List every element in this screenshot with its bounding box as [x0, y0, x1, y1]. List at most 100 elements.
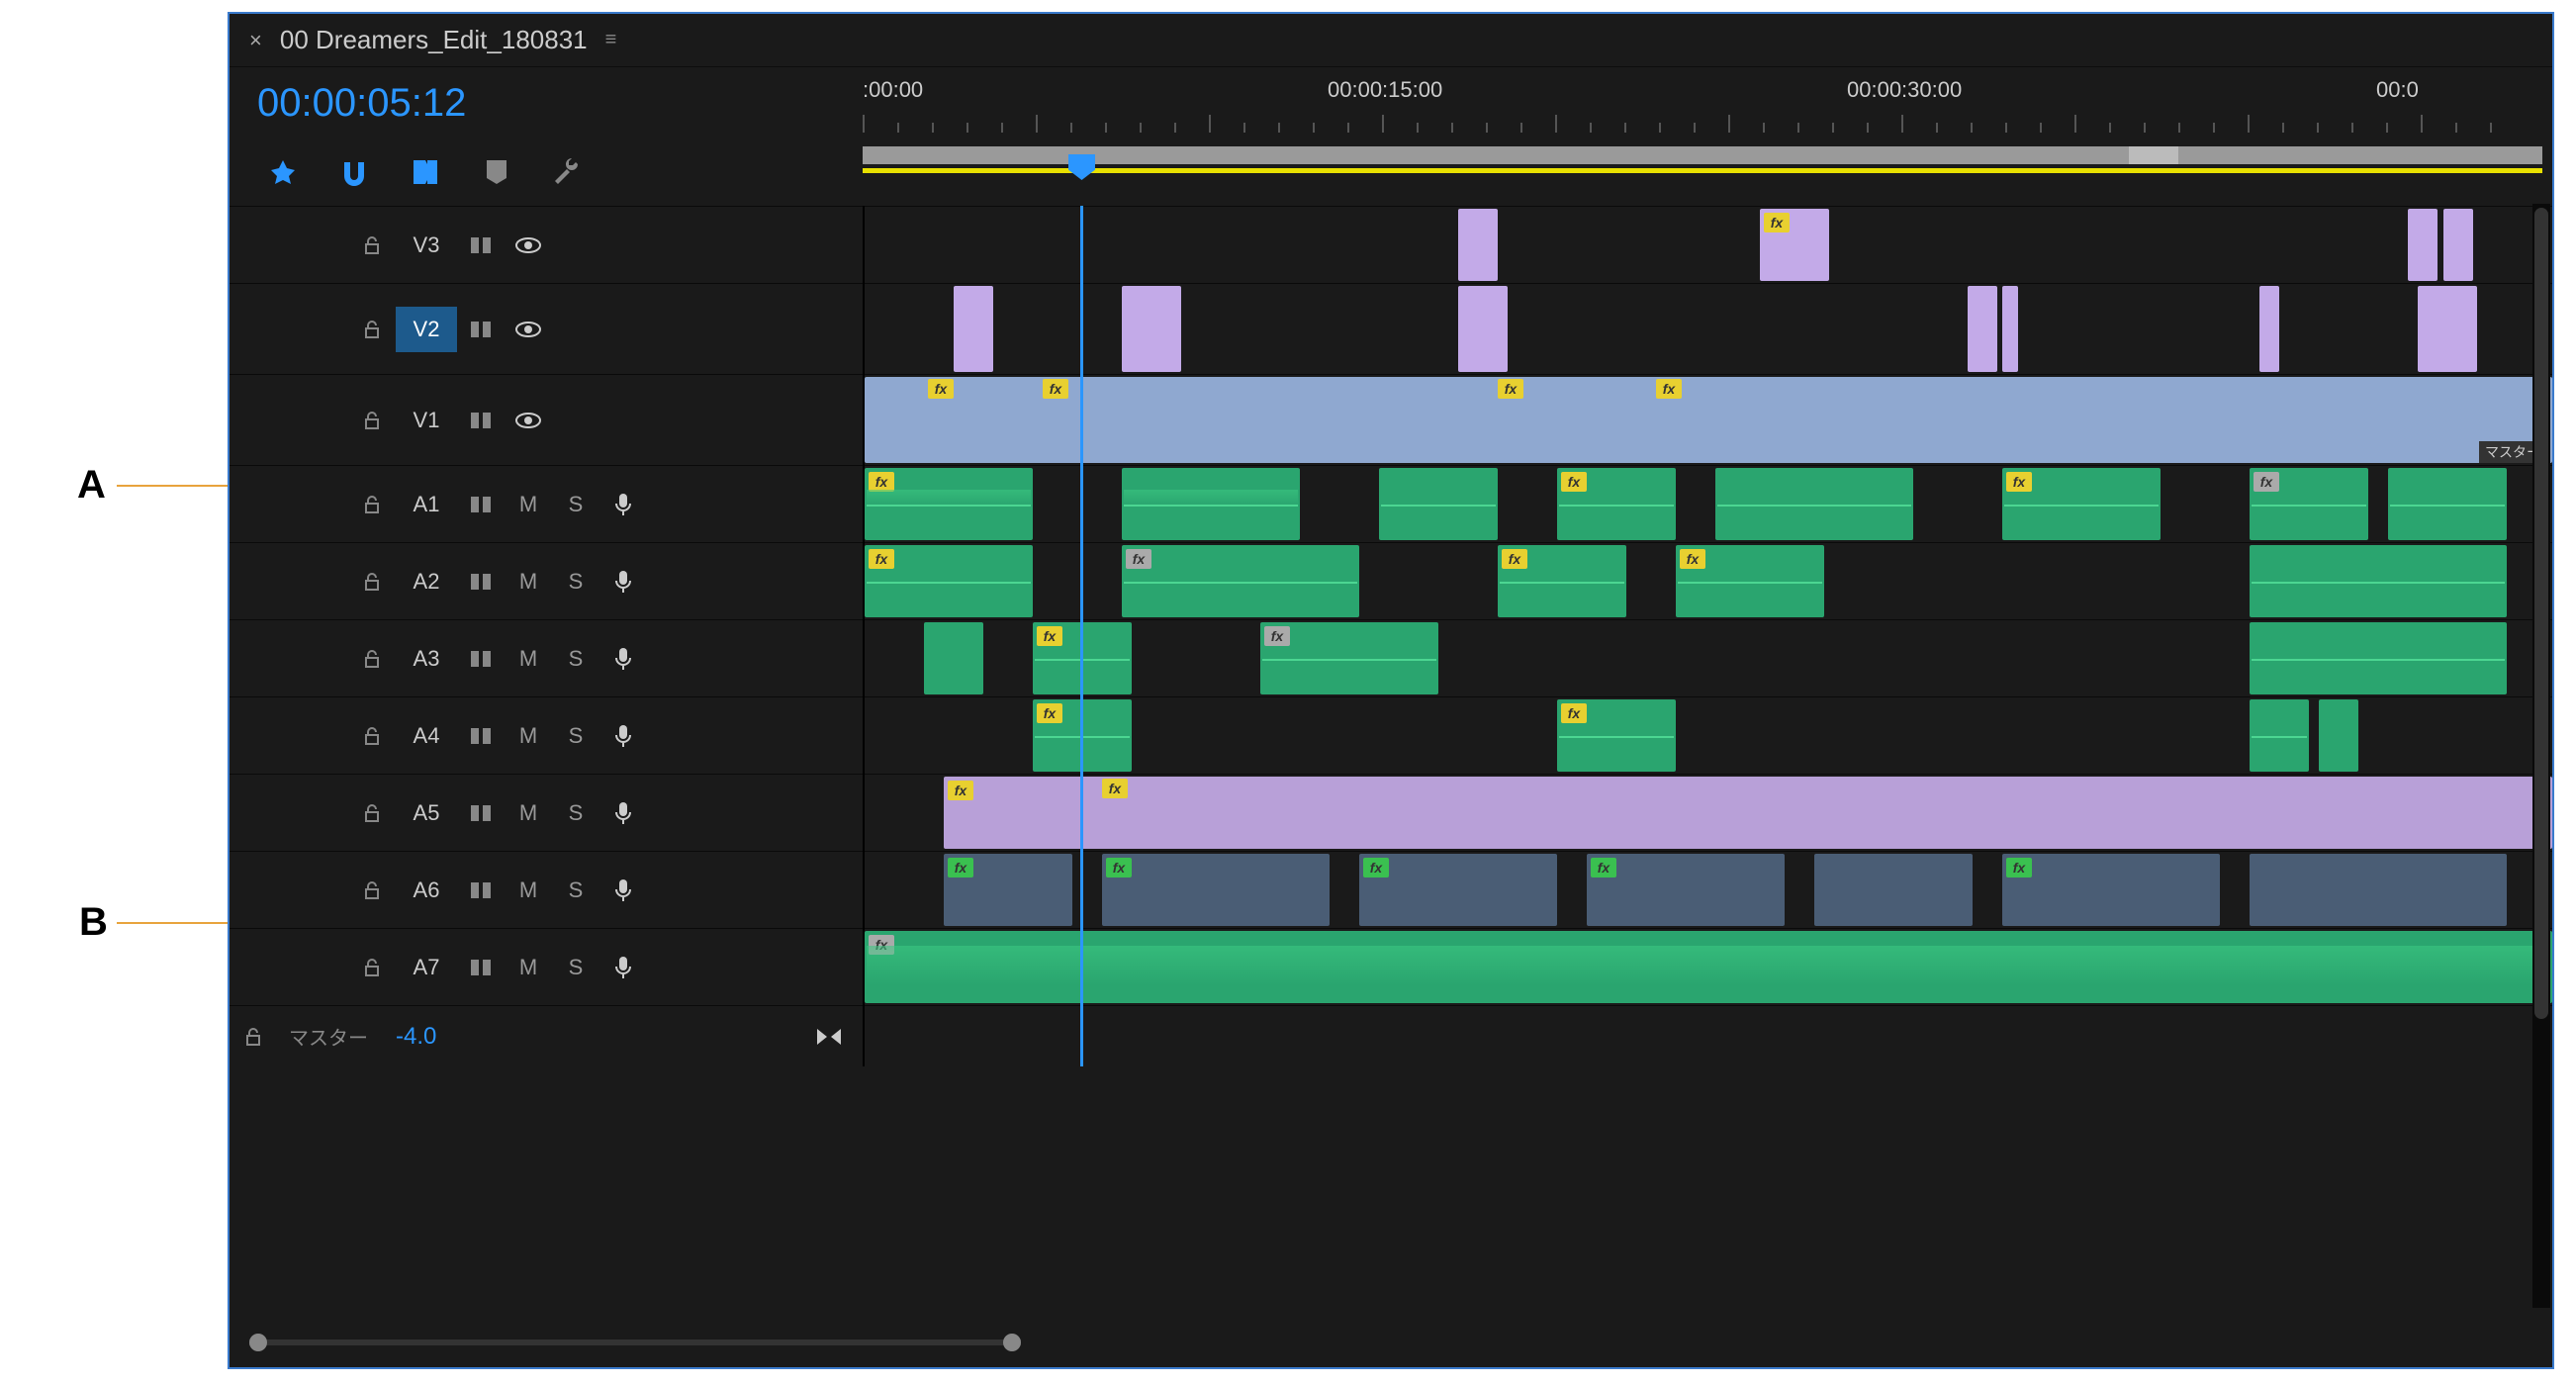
audio-clip[interactable]: fx [2002, 854, 2220, 926]
track-row-a7[interactable]: fx [865, 928, 2552, 1005]
audio-clip[interactable]: fx [1676, 545, 1824, 617]
sync-lock-toggle[interactable] [457, 235, 505, 255]
zoom-handle-right[interactable] [1003, 1334, 1021, 1351]
work-area-bar[interactable] [863, 168, 2542, 173]
track-row-a6[interactable]: fx fx fx fx fx [865, 851, 2552, 928]
audio-clip[interactable] [2388, 468, 2507, 540]
master-track-header[interactable]: マスター -4.0 [230, 1005, 863, 1066]
audio-clip[interactable]: fx [1102, 854, 1330, 926]
mute-toggle[interactable]: M [505, 800, 552, 826]
vertical-scroll-thumb[interactable] [2534, 208, 2548, 1019]
audio-clip[interactable] [924, 622, 983, 694]
audio-clip[interactable] [1814, 854, 1973, 926]
video-clip[interactable] [1968, 286, 1997, 372]
audio-clip[interactable]: fx [2002, 468, 2161, 540]
sync-lock-toggle[interactable] [457, 726, 505, 746]
audio-clip[interactable] [1715, 468, 1913, 540]
solo-toggle[interactable]: S [552, 492, 599, 517]
track-header-v2[interactable]: V2 [230, 283, 863, 374]
lock-toggle[interactable] [348, 802, 396, 824]
snap-icon[interactable] [336, 154, 372, 190]
audio-clip[interactable] [2250, 854, 2507, 926]
header-zoom-scrollbar[interactable] [249, 1334, 1021, 1351]
track-clip-area[interactable]: fx fx fx fx fx マスター [863, 206, 2552, 1066]
track-row-v1[interactable]: fx fx fx fx マスター [865, 374, 2552, 465]
track-visibility-toggle[interactable] [505, 412, 552, 429]
video-clip[interactable]: fx [1760, 209, 1829, 281]
mute-toggle[interactable]: M [505, 492, 552, 517]
audio-clip[interactable]: fx [944, 854, 1072, 926]
master-volume-value[interactable]: -4.0 [396, 1023, 436, 1051]
track-label[interactable]: A3 [396, 636, 457, 682]
lock-toggle[interactable] [348, 319, 396, 340]
sync-lock-toggle[interactable] [457, 880, 505, 900]
sequence-tab-title[interactable]: 00 Dreamers_Edit_180831 [280, 25, 588, 55]
video-clip[interactable] [954, 286, 993, 372]
track-header-a4[interactable]: A4MS [230, 696, 863, 774]
tab-close-button[interactable]: × [249, 28, 262, 53]
audio-clip[interactable]: fx [1260, 622, 1438, 694]
track-header-a7[interactable]: A7 MS [230, 928, 863, 1005]
track-header-a2[interactable]: A2 MS [230, 542, 863, 619]
sync-lock-toggle[interactable] [457, 803, 505, 823]
video-clip[interactable] [2418, 286, 2477, 372]
track-label[interactable]: V3 [396, 223, 457, 268]
track-row-a4[interactable]: fx fx [865, 696, 2552, 774]
track-header-a6[interactable]: A6MS [230, 851, 863, 928]
solo-toggle[interactable]: S [552, 877, 599, 903]
audio-clip[interactable]: fx [1498, 545, 1626, 617]
track-label[interactable]: A1 [396, 482, 457, 527]
track-row-a1[interactable]: fx fx fx fx [865, 465, 2552, 542]
time-ruler[interactable]: :00:00 00:00:15:00 00:00:30:00 00:0 [863, 67, 2552, 138]
video-clip[interactable] [1458, 286, 1508, 372]
audio-clip[interactable] [2250, 545, 2507, 617]
track-header-v1[interactable]: V1 [230, 374, 863, 465]
mute-toggle[interactable]: M [505, 646, 552, 672]
mute-toggle[interactable]: M [505, 569, 552, 595]
linked-selection-icon[interactable] [408, 154, 443, 190]
audio-clip[interactable]: fx [944, 777, 2552, 849]
marker-icon[interactable] [479, 154, 514, 190]
solo-toggle[interactable]: S [552, 955, 599, 980]
audio-clip[interactable] [1122, 468, 1300, 540]
zoom-scrollbar[interactable] [863, 138, 2542, 206]
playhead[interactable] [1080, 206, 1083, 1066]
audio-clip[interactable]: fx [865, 468, 1033, 540]
lock-toggle[interactable] [348, 725, 396, 747]
track-label[interactable]: A2 [396, 559, 457, 604]
video-clip[interactable] [2259, 286, 2279, 372]
track-label[interactable]: A7 [396, 945, 457, 990]
nest-icon[interactable] [265, 154, 301, 190]
video-clip[interactable] [865, 377, 2552, 463]
voice-record-toggle[interactable] [599, 646, 647, 672]
track-label[interactable]: V2 [396, 307, 457, 352]
audio-clip[interactable]: fx [865, 931, 2552, 1003]
sync-lock-toggle[interactable] [457, 320, 505, 339]
voice-record-toggle[interactable] [599, 955, 647, 980]
voice-record-toggle[interactable] [599, 569, 647, 595]
track-label[interactable]: A6 [396, 868, 457, 913]
lock-toggle[interactable] [348, 494, 396, 515]
video-clip[interactable] [2408, 209, 2438, 281]
track-row-v3[interactable]: fx [865, 206, 2552, 283]
audio-clip[interactable] [2250, 699, 2309, 772]
video-clip[interactable] [1122, 286, 1181, 372]
sync-lock-toggle[interactable] [457, 649, 505, 669]
lock-toggle[interactable] [348, 410, 396, 431]
track-header-a3[interactable]: A3MS [230, 619, 863, 696]
audio-clip[interactable] [1379, 468, 1498, 540]
mute-toggle[interactable]: M [505, 723, 552, 749]
wrench-icon[interactable] [550, 154, 586, 190]
lock-toggle[interactable] [348, 957, 396, 978]
sync-lock-toggle[interactable] [457, 411, 505, 430]
audio-clip[interactable] [2319, 699, 2358, 772]
track-label[interactable]: V1 [396, 398, 457, 443]
solo-toggle[interactable]: S [552, 569, 599, 595]
audio-clip[interactable]: fx [1122, 545, 1359, 617]
track-header-v3[interactable]: V3 [230, 206, 863, 283]
master-output-icon[interactable] [815, 1027, 843, 1047]
track-visibility-toggle[interactable] [505, 236, 552, 254]
mute-toggle[interactable]: M [505, 955, 552, 980]
audio-clip[interactable]: fx [1587, 854, 1785, 926]
lock-toggle[interactable] [348, 234, 396, 256]
